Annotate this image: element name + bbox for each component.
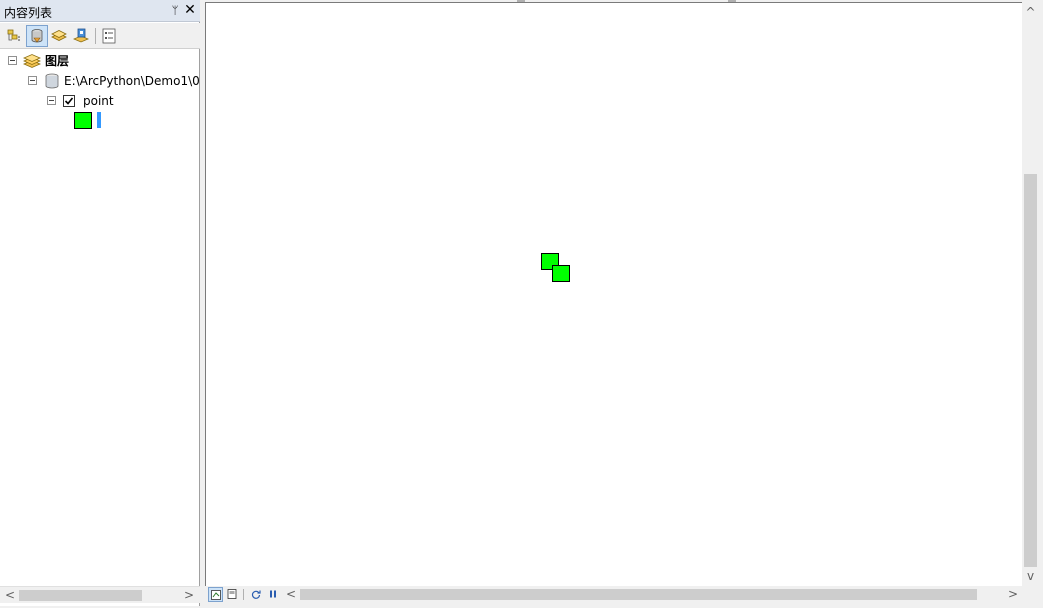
list-by-source-button[interactable] bbox=[26, 25, 48, 47]
map-canvas[interactable] bbox=[205, 2, 1022, 586]
data-view-button[interactable] bbox=[208, 587, 223, 602]
scroll-up-arrow-icon[interactable]: ^ bbox=[1023, 4, 1038, 20]
map-vertical-scrollbar[interactable]: ^ v bbox=[1022, 2, 1039, 586]
toolbar-separator bbox=[95, 28, 96, 44]
options-list-icon bbox=[102, 28, 116, 44]
tree-item-point-layer[interactable]: point bbox=[83, 93, 114, 109]
layout-view-icon bbox=[227, 589, 237, 599]
selection-icon bbox=[73, 28, 89, 43]
layers-visibility-icon bbox=[51, 30, 67, 41]
pin-icon[interactable]: ᛘ bbox=[170, 4, 180, 17]
drawing-order-icon bbox=[7, 29, 20, 41]
list-by-drawing-order-button[interactable] bbox=[3, 25, 25, 47]
toc-scroll-thumb[interactable] bbox=[19, 590, 142, 601]
checkmark-icon bbox=[64, 97, 74, 105]
scroll-down-arrow-icon[interactable]: v bbox=[1023, 568, 1038, 584]
map-hscroll-thumb[interactable] bbox=[300, 589, 977, 600]
data-view-icon bbox=[211, 590, 221, 600]
layer-tree: 图层 E:\ArcPython\Demo1\0: point bbox=[0, 50, 199, 586]
layout-view-button[interactable] bbox=[225, 587, 240, 602]
collapse-toggle-source[interactable] bbox=[28, 76, 37, 85]
toc-title-bar: 内容列表 ᛘ ✕ bbox=[0, 0, 200, 22]
table-of-contents-panel: 内容列表 ᛘ ✕ 图层 E:\ArcPython\Demo1\0: point … bbox=[0, 0, 200, 606]
pause-drawing-button[interactable] bbox=[266, 587, 281, 602]
point-symbol-swatch[interactable] bbox=[74, 112, 92, 129]
pause-icon bbox=[270, 590, 276, 598]
close-icon[interactable]: ✕ bbox=[184, 3, 196, 17]
map-vscroll-thumb[interactable] bbox=[1024, 174, 1037, 567]
statusbar-separator bbox=[243, 589, 244, 600]
database-icon bbox=[45, 73, 59, 89]
list-by-selection-button[interactable] bbox=[70, 25, 92, 47]
database-source-icon bbox=[31, 29, 43, 43]
map-scroll-right-arrow-icon[interactable]: > bbox=[1005, 587, 1021, 602]
options-button[interactable] bbox=[98, 25, 120, 47]
edit-caret bbox=[97, 112, 101, 128]
scroll-left-arrow-icon[interactable]: < bbox=[2, 588, 18, 603]
map-view-statusbar: < > bbox=[205, 586, 1039, 603]
refresh-icon bbox=[251, 590, 261, 599]
toc-horizontal-scrollbar[interactable]: < > bbox=[0, 586, 200, 603]
collapse-toggle-root[interactable] bbox=[8, 56, 17, 65]
scroll-right-arrow-icon[interactable]: > bbox=[181, 588, 197, 603]
tree-item-source-path[interactable]: E:\ArcPython\Demo1\0: bbox=[64, 73, 199, 89]
map-scroll-left-arrow-icon[interactable]: < bbox=[283, 587, 299, 602]
list-by-visibility-button[interactable] bbox=[48, 25, 70, 47]
tree-item-layers[interactable]: 图层 bbox=[45, 53, 69, 69]
refresh-button[interactable] bbox=[249, 587, 264, 602]
layer-visibility-checkbox[interactable] bbox=[63, 95, 75, 107]
toc-title: 内容列表 bbox=[4, 6, 53, 20]
layers-icon bbox=[23, 54, 41, 68]
map-point-feature[interactable] bbox=[552, 265, 570, 282]
collapse-toggle-point[interactable] bbox=[47, 96, 56, 105]
toc-toolbar bbox=[0, 23, 200, 49]
